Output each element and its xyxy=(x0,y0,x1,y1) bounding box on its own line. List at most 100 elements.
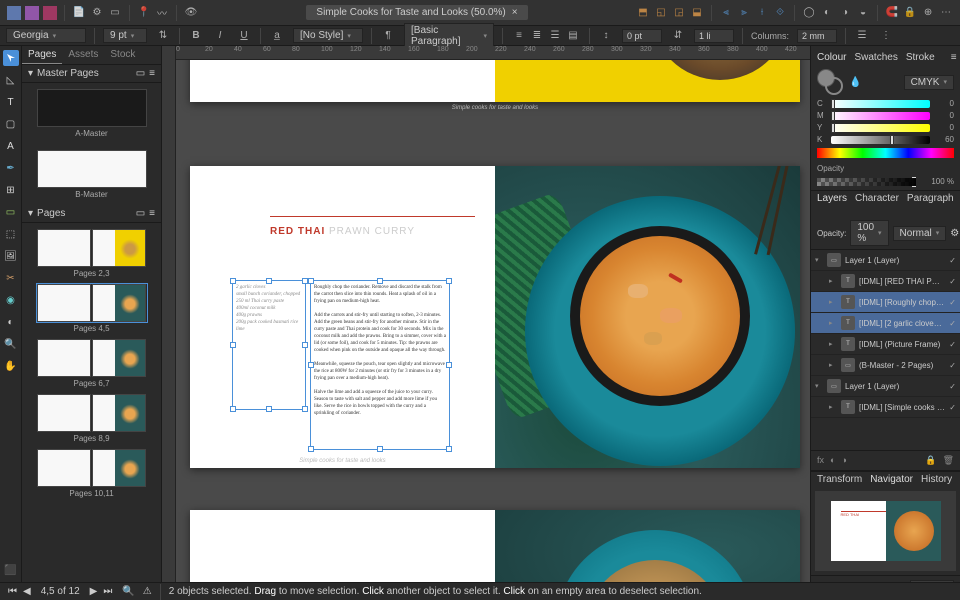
baseline-icon[interactable]: 〰 xyxy=(154,5,170,21)
boolean-subtract-icon[interactable]: ◐ xyxy=(819,5,835,21)
align-text-left-icon[interactable]: ≡ xyxy=(511,28,527,44)
layer-row[interactable]: ▸T[IDML] [Roughly chop the c...✓ xyxy=(811,292,960,313)
spread-icon[interactable]: ▭ xyxy=(107,5,123,21)
boolean-divide-icon[interactable]: ◒ xyxy=(855,5,871,21)
spread-thumb[interactable]: Pages 2,3 xyxy=(37,229,147,278)
tab-stock[interactable]: Stock xyxy=(104,46,141,64)
preflight-warning-icon[interactable]: ⚠ xyxy=(143,586,152,597)
align-text-right-icon[interactable]: ☰ xyxy=(547,28,563,44)
add-page-icon[interactable]: ▭ xyxy=(136,208,145,219)
arrange-forward-icon[interactable]: ◲ xyxy=(671,5,687,21)
opacity-slider[interactable] xyxy=(817,178,916,186)
tab-history[interactable]: History xyxy=(921,474,952,485)
boolean-add-icon[interactable]: ◯ xyxy=(801,5,817,21)
lock-icon[interactable]: 🔒 xyxy=(902,5,918,21)
blend-mode-dropdown[interactable]: Normal xyxy=(893,226,947,241)
shape-tool[interactable]: ▭ xyxy=(3,204,19,220)
preview-icon[interactable]: 👁 xyxy=(183,5,199,21)
underline-icon[interactable]: U xyxy=(236,28,252,44)
align-left-icon[interactable]: ⫷ xyxy=(718,5,734,21)
pin-icon[interactable]: 📍 xyxy=(136,5,152,21)
slider-m[interactable] xyxy=(831,112,930,120)
next-page-icon[interactable]: ▶ xyxy=(88,586,100,597)
text-frame-ingredients[interactable]: 2 garlic cloves small bunch coriander, c… xyxy=(232,280,306,410)
boolean-intersect-icon[interactable]: ◑ xyxy=(837,5,853,21)
tab-colour[interactable]: Colour xyxy=(817,52,846,63)
document-tab[interactable]: Simple Cooks for Taste and Looks (50.0%)… xyxy=(306,5,527,20)
align-text-center-icon[interactable]: ≣ xyxy=(529,28,545,44)
canvas[interactable]: 0204060801001201401601802002202402602803… xyxy=(162,46,810,600)
color-swatch[interactable] xyxy=(817,69,843,95)
italic-icon[interactable]: I xyxy=(212,28,228,44)
slider-y[interactable] xyxy=(831,124,930,132)
layer-row[interactable]: ▾▭Layer 1 (Layer)✓ xyxy=(811,250,960,271)
panel-menu-icon[interactable]: ≡ xyxy=(951,52,957,63)
bullet-list-icon[interactable]: ☰ xyxy=(854,28,870,44)
leading-field[interactable] xyxy=(694,29,734,43)
last-page-icon[interactable]: ⏭ xyxy=(101,586,114,597)
layer-row[interactable]: ▸T[IDML] [Simple cooks for ...✓ xyxy=(811,397,960,418)
tab-swatches[interactable]: Swatches xyxy=(854,52,897,63)
pages-menu-icon[interactable]: ≡ xyxy=(149,208,155,219)
artistic-text-tool[interactable]: A xyxy=(3,138,19,154)
arrange-back-icon[interactable]: ⬒ xyxy=(635,5,651,21)
prev-page-icon[interactable]: ◀ xyxy=(21,586,33,597)
color-picker-tool[interactable]: ⬛ xyxy=(3,562,19,578)
persona-photo-icon[interactable] xyxy=(42,5,58,21)
gear-icon[interactable]: ⚙ xyxy=(89,5,105,21)
layer-opacity-dropdown[interactable]: 100 % xyxy=(850,220,888,246)
layer-row[interactable]: ▸T[IDML] (Picture Frame)✓ xyxy=(811,334,960,355)
tab-character[interactable]: Character xyxy=(855,193,899,215)
spread-thumb[interactable]: Pages 6,7 xyxy=(37,339,147,388)
insert-icon[interactable]: ⊕ xyxy=(920,5,936,21)
layer-fx-icon[interactable]: fx xyxy=(817,455,824,466)
slider-c[interactable] xyxy=(831,100,930,108)
size-stepper-icon[interactable]: ⇅ xyxy=(155,28,171,44)
tab-transform[interactable]: Transform xyxy=(817,474,862,485)
slider-k[interactable] xyxy=(831,136,930,144)
spread-thumb[interactable]: Pages 8,9 xyxy=(37,394,147,443)
master-menu-icon[interactable]: ≡ xyxy=(149,68,155,79)
layer-row[interactable]: ▸▭(B-Master - 2 Pages)✓ xyxy=(811,355,960,376)
align-text-justify-icon[interactable]: ▤ xyxy=(565,28,581,44)
tab-paragraph[interactable]: Paragraph xyxy=(907,193,954,215)
layer-row[interactable]: ▸T[IDML] [RED THAI PRAWN C...✓ xyxy=(811,271,960,292)
layer-row[interactable]: ▾▭Layer 1 (Layer)✓ xyxy=(811,376,960,397)
layer-row[interactable]: ▸T[IDML] [2 garlic cloves ...✓ xyxy=(811,313,960,334)
columns-field[interactable] xyxy=(797,29,837,43)
tab-assets[interactable]: Assets xyxy=(62,46,104,64)
snap-icon[interactable]: 🧲 xyxy=(884,5,900,21)
master-a[interactable]: A-Master xyxy=(37,89,147,138)
pen-tool[interactable]: ✒ xyxy=(3,160,19,176)
persona-designer-icon[interactable] xyxy=(24,5,40,21)
font-size-dropdown[interactable]: 9 pt xyxy=(103,28,147,43)
pan-tool[interactable]: ✋ xyxy=(3,358,19,374)
character-style-dropdown[interactable]: [No Style] xyxy=(293,28,363,43)
vector-crop-tool[interactable]: ✂ xyxy=(3,270,19,286)
tab-navigator[interactable]: Navigator xyxy=(870,474,913,485)
navigator-view[interactable]: RED THAI xyxy=(815,491,956,571)
master-b[interactable]: B-Master xyxy=(37,150,147,199)
text-tool[interactable]: T xyxy=(3,94,19,110)
font-family-dropdown[interactable]: Georgia xyxy=(6,28,86,43)
arrange-backward-icon[interactable]: ◱ xyxy=(653,5,669,21)
color-mode-dropdown[interactable]: CMYK xyxy=(904,75,954,90)
zoom-tool[interactable]: 🔍 xyxy=(3,336,19,352)
first-page-icon[interactable]: ⏮ xyxy=(6,586,19,597)
place-image-tool[interactable]: 🖼 xyxy=(3,248,19,264)
add-master-icon[interactable]: ▭ xyxy=(136,68,145,79)
table-tool[interactable]: ⊞ xyxy=(3,182,19,198)
text-frame-method[interactable]: Roughly chop the coriander. Remove and d… xyxy=(310,280,450,450)
fill-tool[interactable]: ◉ xyxy=(3,292,19,308)
tab-stroke[interactable]: Stroke xyxy=(906,52,935,63)
bold-icon[interactable]: B xyxy=(188,28,204,44)
arrange-front-icon[interactable]: ⬓ xyxy=(689,5,705,21)
list-options-icon[interactable]: ⋮ xyxy=(878,28,894,44)
layer-mask-icon[interactable]: ◐ xyxy=(830,455,835,466)
paragraph-style-dropdown[interactable]: [Basic Paragraph] xyxy=(404,23,494,49)
baseline-field[interactable] xyxy=(622,29,662,43)
tab-pages[interactable]: Pages xyxy=(22,46,62,64)
file-open-icon[interactable]: 📄 xyxy=(71,5,87,21)
layer-delete-icon[interactable]: 🗑 xyxy=(943,455,954,466)
move-tool[interactable] xyxy=(3,50,19,66)
